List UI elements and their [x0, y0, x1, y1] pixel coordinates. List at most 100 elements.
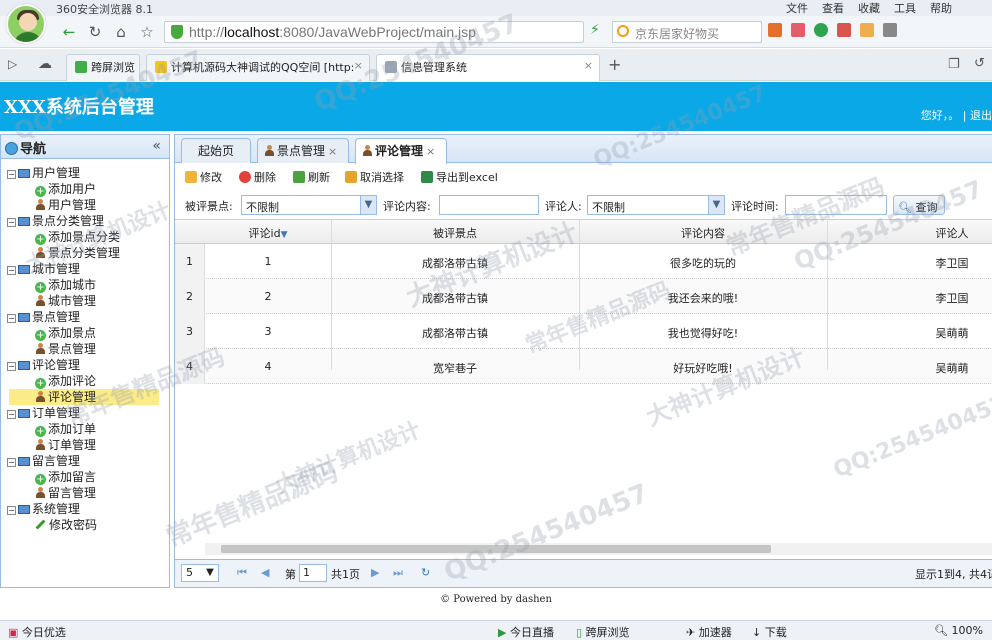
nav-item[interactable]: 留言管理	[35, 485, 96, 501]
edit-button[interactable]: 修改	[185, 169, 222, 185]
nav-group[interactable]: − 系统管理	[7, 501, 80, 517]
nav-group[interactable]: − 订单管理	[7, 405, 80, 421]
status-download[interactable]: ↓ 下载	[752, 624, 787, 640]
collapse-icon[interactable]: «	[152, 138, 161, 154]
spot-select[interactable]: 不限制 ▼	[241, 195, 377, 215]
restore-icon[interactable]: ❐	[948, 57, 960, 72]
status-zoom[interactable]: 🔍︎ 100%	[934, 624, 983, 637]
page-size-select[interactable]: 5 ▼	[181, 564, 219, 582]
apps-icon[interactable]	[768, 23, 782, 37]
collapse-toggle-icon[interactable]: −	[7, 170, 16, 179]
nav-item[interactable]: + 添加景点分类	[35, 229, 120, 245]
nav-item[interactable]: + 添加评论	[35, 373, 96, 389]
nav-item[interactable]: 用户管理	[35, 197, 96, 213]
horizontal-scrollbar[interactable]	[205, 543, 992, 555]
status-accelerator[interactable]: ✈ 加速器	[686, 624, 732, 640]
lightning-icon[interactable]: ⚡	[590, 22, 600, 38]
query-button[interactable]: 🔍︎ 查询	[893, 195, 945, 215]
screenshot-icon[interactable]	[860, 23, 874, 37]
status-live[interactable]: ▶ 今日直播	[498, 624, 554, 640]
undo-icon[interactable]: ↺	[974, 56, 985, 71]
money-icon[interactable]	[814, 23, 828, 37]
tab-comment-manage[interactable]: 评论管理 ×	[355, 138, 447, 164]
nav-group[interactable]: − 景点分类管理	[7, 213, 104, 229]
nav-group[interactable]: − 评论管理	[7, 357, 80, 373]
first-page-icon[interactable]: ⏮	[237, 566, 247, 580]
user-select[interactable]: 不限制 ▼	[587, 195, 725, 215]
col-comment-id[interactable]: 评论id▼	[205, 225, 331, 241]
nav-item[interactable]: + 添加用户	[35, 181, 96, 197]
user-greeting[interactable]: 您好，。 | 退出	[921, 107, 992, 123]
delete-button[interactable]: 删除	[239, 169, 276, 185]
time-filter-label: 评论时间:	[731, 200, 779, 213]
nav-item[interactable]: 景点管理	[35, 341, 96, 357]
collapse-toggle-icon[interactable]: −	[7, 410, 16, 419]
cloud-icon[interactable]: ☁	[38, 56, 52, 72]
nav-item[interactable]: + 添加景点	[35, 325, 96, 341]
translate-icon[interactable]	[837, 23, 851, 37]
nav-item[interactable]: 订单管理	[35, 437, 96, 453]
refresh-button[interactable]: 刷新	[293, 169, 330, 185]
status-cross-screen[interactable]: ▯ 跨屏浏览	[576, 624, 630, 640]
status-deals[interactable]: ▣ 今日优选	[8, 624, 66, 640]
page-number-input[interactable]: 1	[299, 564, 327, 582]
nav-item[interactable]: 修改密码	[35, 517, 97, 533]
nav-item[interactable]: + 添加城市	[35, 277, 96, 293]
nav-item[interactable]: + 添加订单	[35, 421, 96, 437]
browser-tab-cross-screen[interactable]: 跨屏浏览	[66, 54, 140, 81]
table-row[interactable]: 4 4 宽窄巷子 好玩好吃哦! 吴萌萌	[175, 349, 992, 384]
menu-tools[interactable]: 工具	[894, 0, 916, 16]
browser-tab-qzone[interactable]: 计算机源码大神调试的QQ空间 [http: ×	[146, 54, 370, 81]
next-page-icon[interactable]: ▶	[371, 566, 379, 579]
time-input[interactable]	[785, 195, 887, 215]
collapse-toggle-icon[interactable]: −	[7, 266, 16, 275]
home-icon[interactable]: ⌂	[112, 23, 130, 41]
refresh-icon[interactable]: ↻	[86, 23, 104, 41]
menu-file[interactable]: 文件	[786, 0, 808, 16]
user-avatar[interactable]	[6, 4, 46, 44]
close-icon[interactable]: ×	[426, 145, 435, 158]
sidebar-toggle-icon[interactable]: ▷	[8, 57, 17, 71]
tab-spot-manage[interactable]: 景点管理 ×	[257, 138, 349, 163]
close-icon[interactable]: ×	[584, 59, 593, 72]
collapse-toggle-icon[interactable]: −	[7, 506, 16, 515]
export-excel-button[interactable]: 导出到excel	[421, 169, 498, 185]
nav-item[interactable]: 评论管理	[9, 389, 159, 405]
search-input[interactable]: 京东居家好物买	[612, 21, 762, 43]
content-input[interactable]	[439, 195, 539, 215]
nav-group[interactable]: − 留言管理	[7, 453, 80, 469]
nav-item[interactable]: 景点分类管理	[35, 245, 120, 261]
table-row[interactable]: 1 1 成都洛带古镇 很多吃的玩的 李卫国	[175, 244, 992, 279]
collapse-toggle-icon[interactable]: −	[7, 362, 16, 371]
nav-item[interactable]: 城市管理	[35, 293, 96, 309]
star-icon[interactable]: ☆	[138, 23, 156, 41]
close-icon[interactable]: ×	[328, 145, 337, 158]
back-icon[interactable]: ←	[60, 23, 78, 41]
mail-icon[interactable]	[791, 23, 805, 37]
last-page-icon[interactable]: ⏭	[393, 566, 403, 580]
browser-tab-info-system[interactable]: 信息管理系统 ×	[376, 54, 600, 81]
tab-home[interactable]: 起始页	[181, 138, 251, 163]
image-icon[interactable]	[883, 23, 897, 37]
address-bar[interactable]: http://localhost:8080/JavaWebProject/mai…	[164, 21, 584, 43]
col-user[interactable]: 评论人	[827, 225, 992, 241]
col-spot[interactable]: 被评景点	[331, 225, 579, 241]
col-content[interactable]: 评论内容	[579, 225, 827, 241]
menu-view[interactable]: 查看	[822, 0, 844, 16]
nav-group[interactable]: − 用户管理	[7, 165, 80, 181]
menu-help[interactable]: 帮助	[930, 0, 952, 16]
table-row[interactable]: 2 2 成都洛带古镇 我还会来的哦! 李卫国	[175, 279, 992, 314]
nav-group[interactable]: − 景点管理	[7, 309, 80, 325]
nav-group[interactable]: − 城市管理	[7, 261, 80, 277]
table-row[interactable]: 3 3 成都洛带古镇 我也觉得好吃! 吴萌萌	[175, 314, 992, 349]
collapse-toggle-icon[interactable]: −	[7, 458, 16, 467]
reload-icon[interactable]: ↻	[421, 566, 430, 579]
menu-favorites[interactable]: 收藏	[858, 0, 880, 16]
nav-item[interactable]: + 添加留言	[35, 469, 96, 485]
collapse-toggle-icon[interactable]: −	[7, 218, 16, 227]
new-tab-icon[interactable]: +	[608, 55, 621, 74]
close-icon[interactable]: ×	[354, 59, 363, 72]
cancel-select-button[interactable]: 取消选择	[345, 169, 404, 185]
prev-page-icon[interactable]: ◀	[261, 566, 269, 579]
collapse-toggle-icon[interactable]: −	[7, 314, 16, 323]
